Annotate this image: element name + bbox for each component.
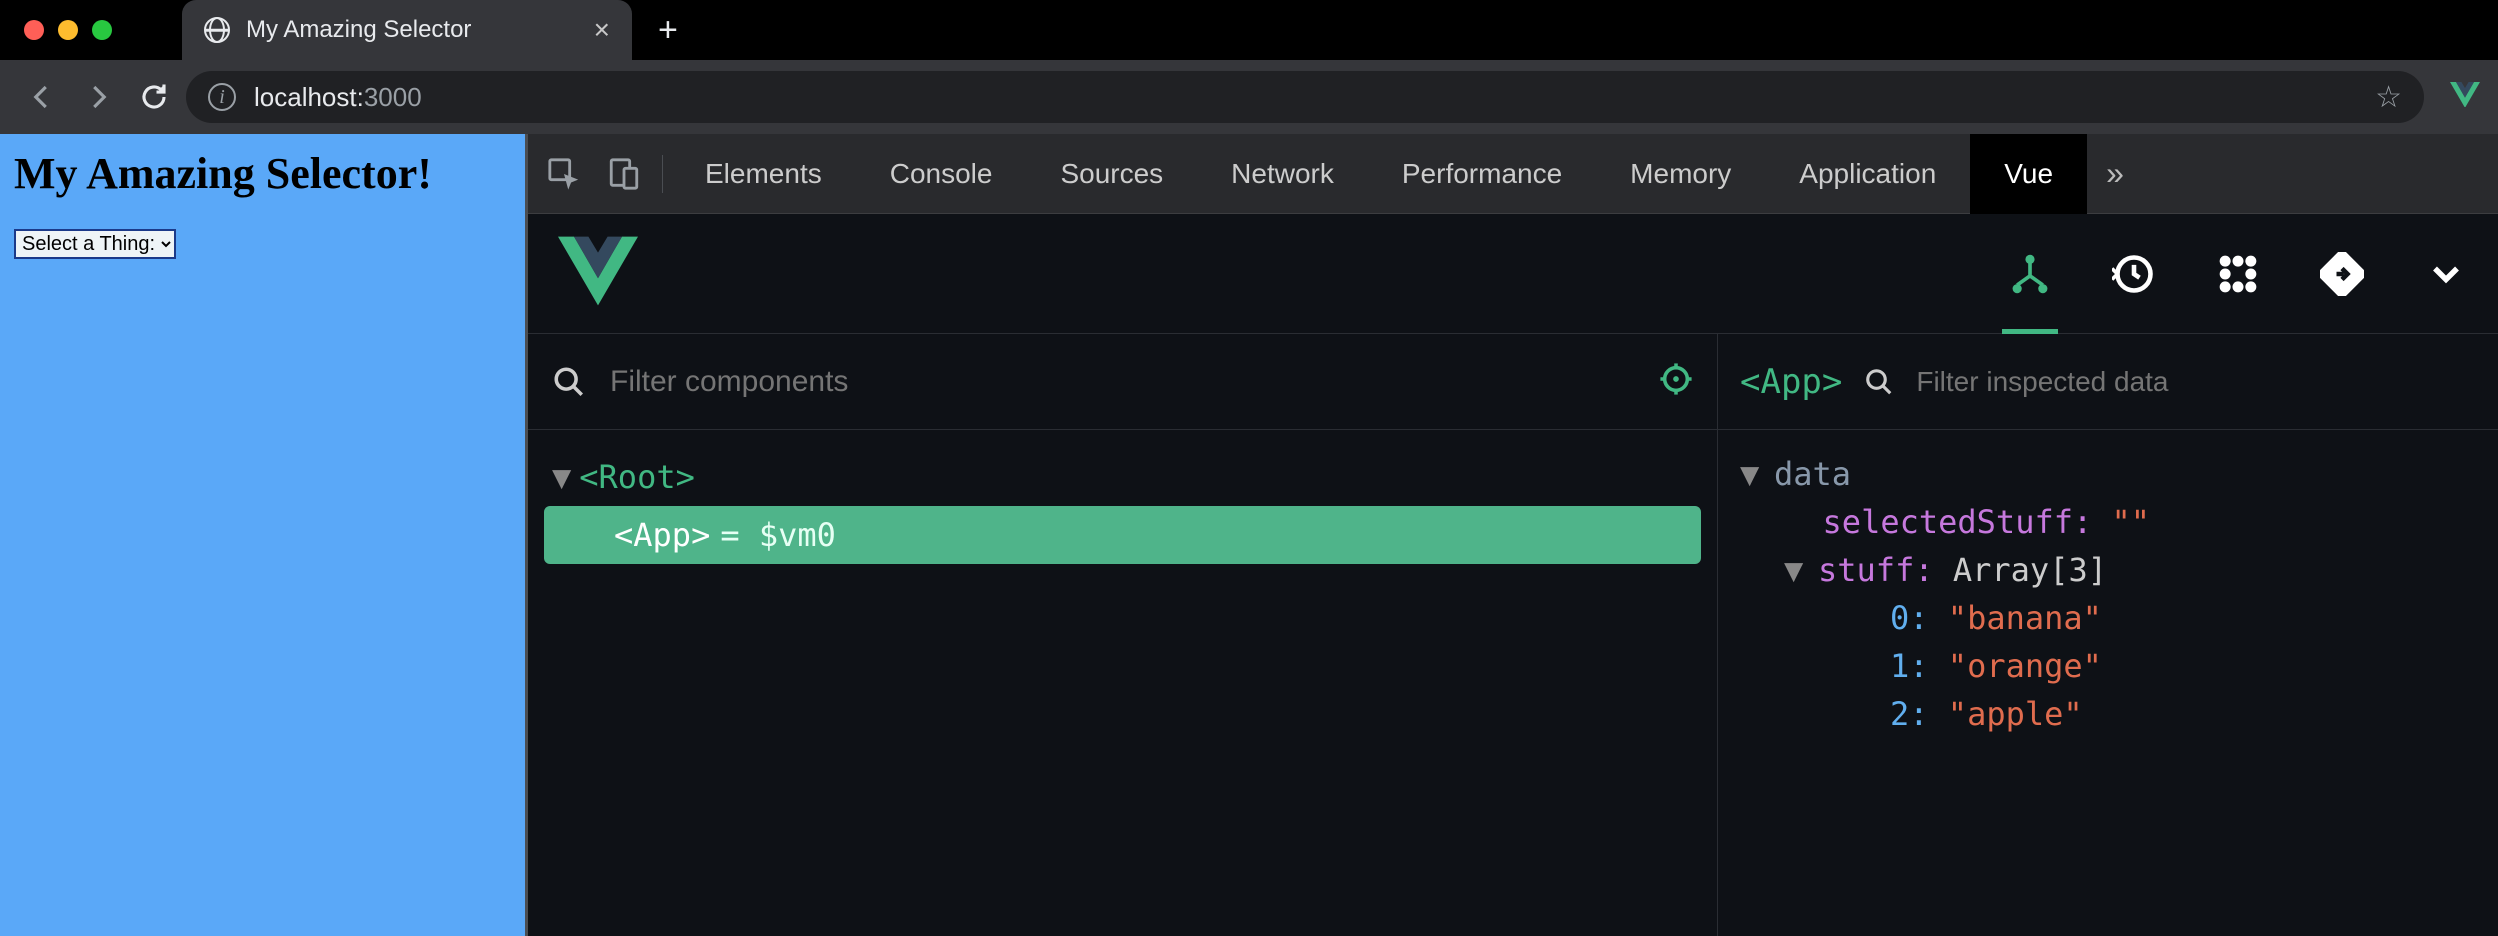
array-item-row[interactable]: 1: "orange" (1740, 642, 2498, 690)
inspect-element-icon[interactable] (534, 144, 594, 204)
tab-vue[interactable]: Vue (1970, 134, 2087, 214)
bookmark-star-icon[interactable]: ☆ (2375, 80, 2402, 115)
tab-title: My Amazing Selector (246, 16, 578, 44)
data-value: "" (2112, 503, 2151, 541)
tab-close-button[interactable]: × (594, 14, 610, 46)
forward-button[interactable] (74, 73, 122, 121)
devtools-tabstrip: Elements Console Sources Network Perform… (528, 134, 2498, 214)
array-value: "apple" (1948, 695, 2083, 733)
inspector-filter-input[interactable] (1916, 366, 2476, 398)
address-bar[interactable]: i localhost:3000 ☆ (186, 71, 2424, 123)
array-item-row[interactable]: 0: "banana" (1740, 594, 2498, 642)
tab-elements[interactable]: Elements (671, 134, 856, 214)
section-label: data (1774, 455, 1851, 493)
vue-devtools-panel: ▼ <Root> <App> = $vm0 <App> (528, 214, 2498, 936)
reload-button[interactable] (130, 73, 178, 121)
url-host: localhost: (254, 82, 364, 112)
array-index: 0: (1890, 599, 1929, 637)
thing-selector[interactable]: Select a Thing: (14, 229, 176, 259)
component-filter-bar (528, 334, 1717, 430)
data-type: Array[3] (1953, 551, 2107, 589)
tree-node-app[interactable]: <App> = $vm0 (544, 506, 1701, 564)
data-stuff-row[interactable]: ▼ stuff: Array[3] (1740, 546, 2498, 594)
browser-tab[interactable]: My Amazing Selector × (182, 0, 632, 60)
tab-network[interactable]: Network (1197, 134, 1368, 214)
url-text: localhost:3000 (254, 82, 422, 113)
page-heading: My Amazing Selector! (14, 148, 511, 199)
tree-node-label: <Root> (579, 458, 695, 496)
select-in-page-icon[interactable] (1659, 362, 1693, 401)
devtools-panel: Elements Console Sources Network Perform… (525, 134, 2498, 936)
browser-toolbar: i localhost:3000 ☆ (0, 60, 2498, 134)
array-index: 1: (1890, 647, 1929, 685)
url-port: 3000 (364, 82, 422, 112)
traffic-lights (0, 20, 112, 40)
components-view-icon[interactable] (2008, 252, 2052, 296)
tree-node-ref: = $vm0 (720, 516, 836, 554)
inspector-pane: <App> ▼ data selectedStuff: "" ▼ stuff: Ar… (1718, 334, 2498, 936)
site-info-icon[interactable]: i (208, 83, 236, 111)
inspector-header: <App> (1718, 334, 2498, 430)
tabs-overflow-icon[interactable]: » (2087, 155, 2143, 192)
inspector-body: ▼ data selectedStuff: "" ▼ stuff: Array[3]… (1718, 430, 2498, 738)
array-value: "orange" (1948, 647, 2102, 685)
page-viewport: My Amazing Selector! Select a Thing: (0, 134, 525, 936)
vue-extension-icon[interactable] (2450, 82, 2480, 113)
window-close-button[interactable] (24, 20, 44, 40)
component-filter-input[interactable] (610, 365, 1635, 399)
tab-console[interactable]: Console (856, 134, 1027, 214)
data-key: selectedStuff: (1823, 503, 2093, 541)
tree-node-root[interactable]: ▼ <Root> (544, 448, 1701, 506)
component-tree-pane: ▼ <Root> <App> = $vm0 (528, 334, 1718, 936)
tab-sources[interactable]: Sources (1026, 134, 1197, 214)
caret-down-icon[interactable]: ▼ (1784, 546, 1808, 594)
panel-menu-chevron-icon[interactable] (2424, 252, 2468, 296)
inspector-selected-component: <App> (1740, 362, 1842, 402)
window-titlebar: My Amazing Selector × + (0, 0, 2498, 60)
search-icon (552, 365, 586, 399)
caret-down-icon[interactable]: ▼ (552, 458, 571, 496)
array-index: 2: (1890, 695, 1929, 733)
window-minimize-button[interactable] (58, 20, 78, 40)
routing-view-icon[interactable] (2320, 252, 2364, 296)
vue-logo-icon (558, 231, 638, 316)
search-icon (1864, 367, 1894, 397)
globe-icon (204, 17, 230, 43)
tab-application[interactable]: Application (1765, 134, 1970, 214)
data-selectedstuff-row[interactable]: selectedStuff: "" (1740, 498, 2498, 546)
component-tree: ▼ <Root> <App> = $vm0 (528, 430, 1717, 582)
tree-node-label: <App> (614, 516, 710, 554)
caret-down-icon[interactable]: ▼ (1740, 450, 1764, 498)
array-value: "banana" (1948, 599, 2102, 637)
back-button[interactable] (18, 73, 66, 121)
array-item-row[interactable]: 2: "apple" (1740, 690, 2498, 738)
separator (662, 155, 663, 193)
tab-memory[interactable]: Memory (1596, 134, 1765, 214)
events-view-icon[interactable] (2216, 252, 2260, 296)
vue-panel-header (528, 214, 2498, 334)
device-toggle-icon[interactable] (594, 144, 654, 204)
window-zoom-button[interactable] (92, 20, 112, 40)
inspector-section-data[interactable]: ▼ data (1740, 450, 2498, 498)
vuex-history-icon[interactable] (2112, 252, 2156, 296)
new-tab-button[interactable]: + (658, 11, 678, 50)
data-key: stuff: (1818, 551, 1934, 589)
tab-performance[interactable]: Performance (1368, 134, 1596, 214)
